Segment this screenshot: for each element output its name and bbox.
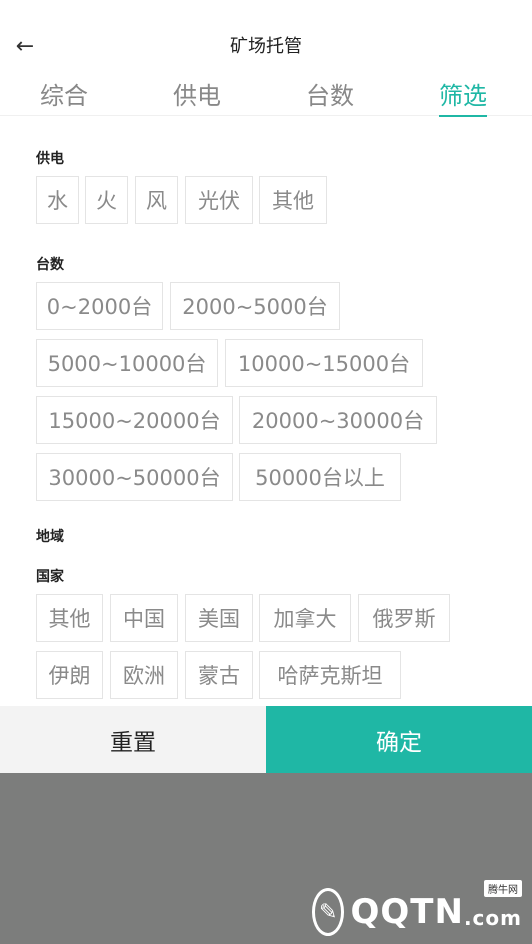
watermark-logo-icon: ✎ <box>312 888 345 936</box>
watermark-text: QQTN <box>350 892 464 932</box>
page-title: 矿场托管 <box>230 36 302 57</box>
country-option-other[interactable]: 其他 <box>36 594 103 642</box>
country-option-russia[interactable]: 俄罗斯 <box>358 594 450 642</box>
tab-filter[interactable]: 筛选 <box>439 76 487 117</box>
count-section-label: 台数 <box>36 257 64 273</box>
watermark-suffix: .com <box>463 906 522 930</box>
count-option-20000-30000[interactable]: 20000~30000台 <box>239 396 437 444</box>
country-option-kazakhstan[interactable]: 哈萨克斯坦 <box>259 651 401 699</box>
watermark: ✎ QQTN .com 腾牛网 <box>312 880 522 938</box>
confirm-button[interactable]: 确定 <box>266 706 532 773</box>
tab-power[interactable]: 供电 <box>173 76 221 111</box>
power-option-solar[interactable]: 光伏 <box>185 176 253 224</box>
power-option-other[interactable]: 其他 <box>259 176 327 224</box>
country-option-europe[interactable]: 欧洲 <box>110 651 178 699</box>
filter-sheet: ← 矿场托管 综合 供电 台数 筛选 供电 水 火 风 光伏 其他 台数 0~2… <box>0 0 532 772</box>
country-option-mongolia[interactable]: 蒙古 <box>185 651 253 699</box>
tab-bar: 综合 供电 台数 筛选 <box>0 70 532 117</box>
power-option-wind[interactable]: 风 <box>135 176 178 224</box>
count-option-10000-15000[interactable]: 10000~15000台 <box>225 339 423 387</box>
country-option-canada[interactable]: 加拿大 <box>259 594 351 642</box>
tab-general[interactable]: 综合 <box>40 76 88 111</box>
country-option-usa[interactable]: 美国 <box>185 594 253 642</box>
power-section-label: 供电 <box>36 151 64 167</box>
count-option-5000-10000[interactable]: 5000~10000台 <box>36 339 218 387</box>
count-option-50000-plus[interactable]: 50000台以上 <box>239 453 401 501</box>
tab-count[interactable]: 台数 <box>306 76 354 111</box>
watermark-tag: 腾牛网 <box>484 880 522 897</box>
count-option-15000-20000[interactable]: 15000~20000台 <box>36 396 233 444</box>
power-option-fire[interactable]: 火 <box>85 176 128 224</box>
count-option-0-2000[interactable]: 0~2000台 <box>36 282 163 330</box>
power-option-water[interactable]: 水 <box>36 176 79 224</box>
count-option-2000-5000[interactable]: 2000~5000台 <box>170 282 340 330</box>
country-option-china[interactable]: 中国 <box>110 594 178 642</box>
country-section-label: 国家 <box>36 569 64 585</box>
country-option-iran[interactable]: 伊朗 <box>36 651 103 699</box>
top-bar: ← 矿场托管 <box>0 0 532 70</box>
count-option-30000-50000[interactable]: 30000~50000台 <box>36 453 233 501</box>
region-section-label: 地域 <box>36 529 64 545</box>
reset-button[interactable]: 重置 <box>0 706 266 773</box>
